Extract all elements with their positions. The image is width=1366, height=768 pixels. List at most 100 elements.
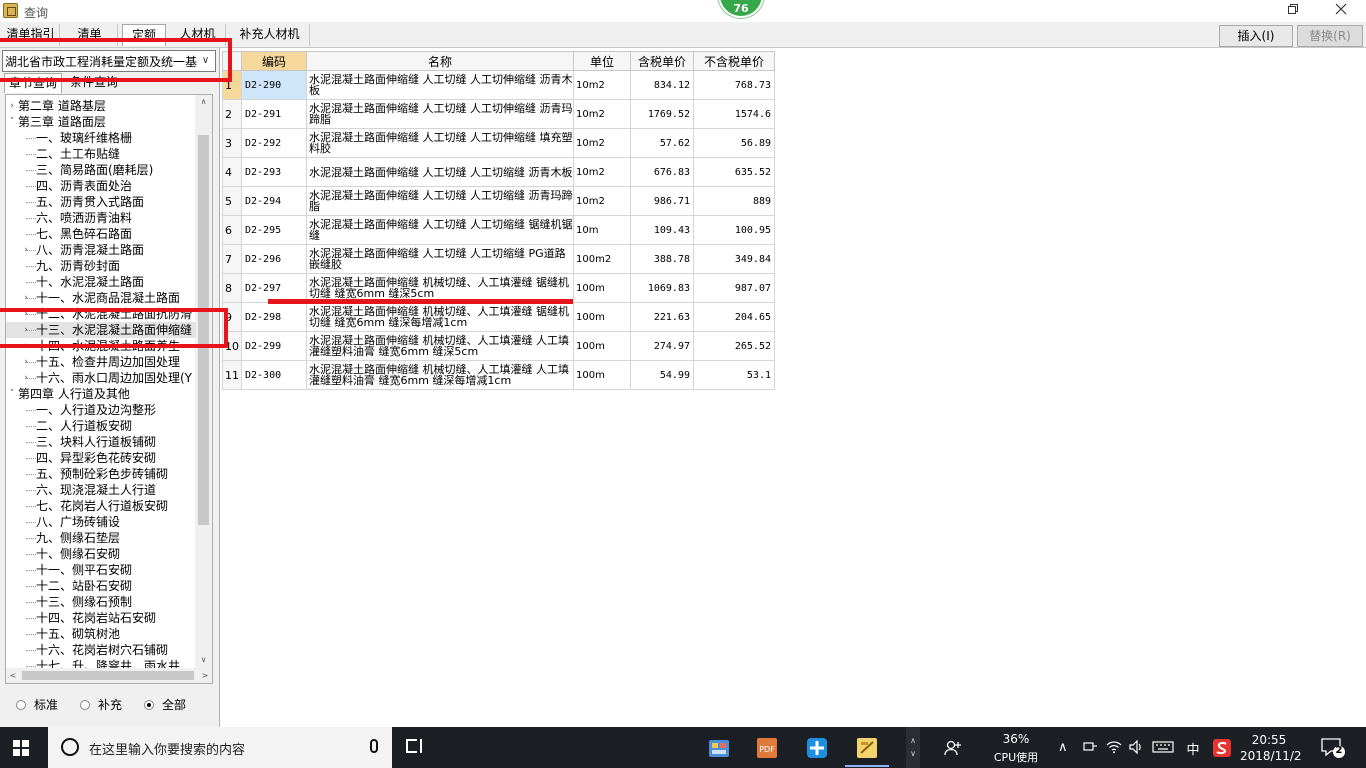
table-row[interactable]: 5 D2-294 水泥混凝土路面伸缩缝 人工切缝 人工切缩缝 沥青玛蹄脂 10m2 98…	[222, 186, 775, 216]
cell-price-no-tax[interactable]: 635.52	[693, 157, 775, 187]
tree-item[interactable]: 十、水泥混凝土路面	[6, 274, 196, 290]
cell-code[interactable]: D2-296	[241, 244, 307, 274]
cell-code[interactable]: D2-300	[241, 360, 307, 390]
tree-item[interactable]: 九、沥青砂封面	[6, 258, 196, 274]
tree-item[interactable]: 二、土工布贴缝	[6, 146, 196, 162]
table-row[interactable]: 2 D2-291 水泥混凝土路面伸缩缝 人工切缝 人工切伸缩缝 沥青玛蹄脂 10m2 1…	[222, 99, 775, 129]
cell-name[interactable]: 水泥混凝土路面伸缩缝 人工切缝 人工切缩缝 PG道路嵌缝胶	[306, 244, 574, 274]
tree-item[interactable]: › 十六、雨水口周边加固处理(Y	[6, 370, 196, 386]
scroll-down-icon[interactable]: ∨	[195, 653, 212, 667]
cell-unit[interactable]: 100m	[573, 331, 631, 361]
tree-item[interactable]: 二、人行道板安砌	[6, 418, 196, 434]
cell-name[interactable]: 水泥混凝土路面伸缩缝 机械切缝、人工填灌缝 人工填灌缝塑料油膏 缝宽6mm 缝深…	[306, 331, 574, 361]
insert-button[interactable]: 插入(I)	[1219, 25, 1293, 47]
table-row[interactable]: 7 D2-296 水泥混凝土路面伸缩缝 人工切缝 人工切缩缝 PG道路嵌缝胶 100m…	[222, 244, 775, 274]
cell-unit[interactable]: 100m	[573, 273, 631, 303]
app-icon-pdf[interactable]: PDF	[752, 733, 782, 763]
cell-price-no-tax[interactable]: 768.73	[693, 70, 775, 100]
taskbar-overflow[interactable]: ∧ ∨	[906, 727, 920, 768]
cell-price-no-tax[interactable]: 204.65	[693, 302, 775, 332]
radio-supplement-circle[interactable]	[80, 700, 90, 710]
tree-horizontal-scrollbar[interactable]: < >	[5, 668, 213, 684]
table-row[interactable]: 6 D2-295 水泥混凝土路面伸缩缝 人工切缝 人工切缩缝 锯缝机锯缝 10m 109…	[222, 215, 775, 245]
row-number[interactable]: 7	[222, 244, 242, 274]
chapter-tree[interactable]: ∧ ∨ › 第二章 道路基层 ˅ 第三章 道路面层 一、玻璃纤维格栅 二、土工布贴缝 三、简…	[5, 94, 213, 669]
cell-price-no-tax[interactable]: 349.84	[693, 244, 775, 274]
cell-unit[interactable]: 100m	[573, 302, 631, 332]
hscroll-thumb[interactable]	[22, 671, 194, 680]
windows-start-icon[interactable]	[13, 740, 29, 756]
people-icon[interactable]	[944, 740, 962, 760]
cell-name[interactable]: 水泥混凝土路面伸缩缝 机械切缝、人工填灌缝 锯缝机切缝 缝宽6mm 缝深每增减1…	[306, 302, 574, 332]
cell-unit[interactable]: 100m2	[573, 244, 631, 274]
tree-item[interactable]: ˅ 第三章 道路面层	[6, 114, 196, 130]
volume-icon[interactable]	[1128, 739, 1144, 758]
cell-price-tax[interactable]: 57.62	[630, 128, 694, 158]
tree-item[interactable]: 一、玻璃纤维格栅	[6, 130, 196, 146]
cell-name[interactable]: 水泥混凝土路面伸缩缝 人工切缝 人工切缩缝 沥青玛蹄脂	[306, 186, 574, 216]
ime-indicator[interactable]: 中	[1184, 739, 1202, 758]
cell-price-tax[interactable]: 676.83	[630, 157, 694, 187]
header-code[interactable]: 编码	[241, 51, 307, 71]
tab-extra-materials[interactable]: 补充人材机	[230, 24, 310, 46]
cell-unit[interactable]: 10m	[573, 215, 631, 245]
tree-item[interactable]: 八、广场砖铺设	[6, 514, 196, 530]
tree-item[interactable]: 四、沥青表面处治	[6, 178, 196, 194]
tree-item[interactable]: 五、沥青贯入式路面	[6, 194, 196, 210]
table-row[interactable]: 3 D2-292 水泥混凝土路面伸缩缝 人工切缝 人工切伸缩缝 填充塑料胶 10m2 5…	[222, 128, 775, 158]
cell-name[interactable]: 水泥混凝土路面伸缩缝 人工切缝 人工切缩缝 沥青木板	[306, 157, 574, 187]
tree-item[interactable]: 十三、侧缘石预制	[6, 594, 196, 610]
cell-code[interactable]: D2-292	[241, 128, 307, 158]
radio-all-circle[interactable]	[144, 700, 154, 710]
row-number[interactable]: 2	[222, 99, 242, 129]
cell-price-tax[interactable]: 274.97	[630, 331, 694, 361]
cell-name[interactable]: 水泥混凝土路面伸缩缝 人工切缝 人工切伸缩缝 沥青木板	[306, 70, 574, 100]
tree-item[interactable]: 七、黑色碎石路面	[6, 226, 196, 242]
header-name[interactable]: 名称	[306, 51, 574, 71]
tree-item[interactable]: ˅ 第四章 人行道及其他	[6, 386, 196, 402]
tree-item[interactable]: 十、侧缘石安砌	[6, 546, 196, 562]
cell-price-tax[interactable]: 388.78	[630, 244, 694, 274]
cell-price-tax[interactable]: 109.43	[630, 215, 694, 245]
cell-price-no-tax[interactable]: 265.52	[693, 331, 775, 361]
row-number[interactable]: 6	[222, 215, 242, 245]
radio-supplement[interactable]: 补充	[80, 696, 122, 714]
cortana-icon[interactable]	[61, 738, 79, 756]
cell-code[interactable]: D2-293	[241, 157, 307, 187]
row-number[interactable]: 4	[222, 157, 242, 187]
tree-item[interactable]: › 十一、水泥商品混凝土路面	[6, 290, 196, 306]
cell-code[interactable]: D2-291	[241, 99, 307, 129]
cell-price-tax[interactable]: 1769.52	[630, 99, 694, 129]
cell-price-no-tax[interactable]: 56.89	[693, 128, 775, 158]
collapse-icon[interactable]: ˅	[6, 114, 18, 130]
cell-name[interactable]: 水泥混凝土路面伸缩缝 人工切缝 人工切伸缩缝 沥青玛蹄脂	[306, 99, 574, 129]
system-clock[interactable]: 20:55 2018/11/2	[1240, 732, 1302, 764]
cell-price-no-tax[interactable]: 53.1	[693, 360, 775, 390]
tree-item[interactable]: › 十五、检查井周边加固处理	[6, 354, 196, 370]
scroll-left-icon[interactable]: <	[6, 668, 20, 683]
cell-name[interactable]: 水泥混凝土路面伸缩缝 机械切缝、人工填灌缝 人工填灌缝塑料油膏 缝宽6mm 缝深…	[306, 360, 574, 390]
cell-price-no-tax[interactable]: 889	[693, 186, 775, 216]
tree-item[interactable]: 七、花岗岩人行道板安砌	[6, 498, 196, 514]
cell-price-tax[interactable]: 834.12	[630, 70, 694, 100]
row-number[interactable]: 3	[222, 128, 242, 158]
network-device-icon[interactable]	[1082, 740, 1098, 758]
performance-badge[interactable]: 76	[718, 0, 764, 18]
restore-button[interactable]	[1270, 0, 1316, 22]
taskbar-search-input[interactable]: 在这里输入你要搜索的内容	[89, 739, 245, 758]
tree-item[interactable]: 六、喷洒沥青油料	[6, 210, 196, 226]
scroll-up-icon[interactable]: ∧	[195, 95, 212, 109]
app-icon-quota-software[interactable]	[845, 733, 889, 767]
row-number[interactable]: 11	[222, 360, 242, 390]
sogou-icon[interactable]	[1212, 738, 1232, 762]
microphone-icon[interactable]	[370, 739, 378, 753]
row-number[interactable]: 8	[222, 273, 242, 303]
tree-item[interactable]: › 八、沥青混凝土路面	[6, 242, 196, 258]
cell-unit[interactable]: 100m	[573, 360, 631, 390]
tree-item[interactable]: 三、块料人行道板铺砌	[6, 434, 196, 450]
table-row[interactable]: 9 D2-298 水泥混凝土路面伸缩缝 机械切缝、人工填灌缝 锯缝机切缝 缝宽6mm…	[222, 302, 775, 332]
cell-unit[interactable]: 10m2	[573, 70, 631, 100]
cell-unit[interactable]: 10m2	[573, 186, 631, 216]
tray-expand-icon[interactable]: ∧	[1058, 740, 1068, 755]
radio-standard[interactable]: 标准	[16, 696, 58, 714]
